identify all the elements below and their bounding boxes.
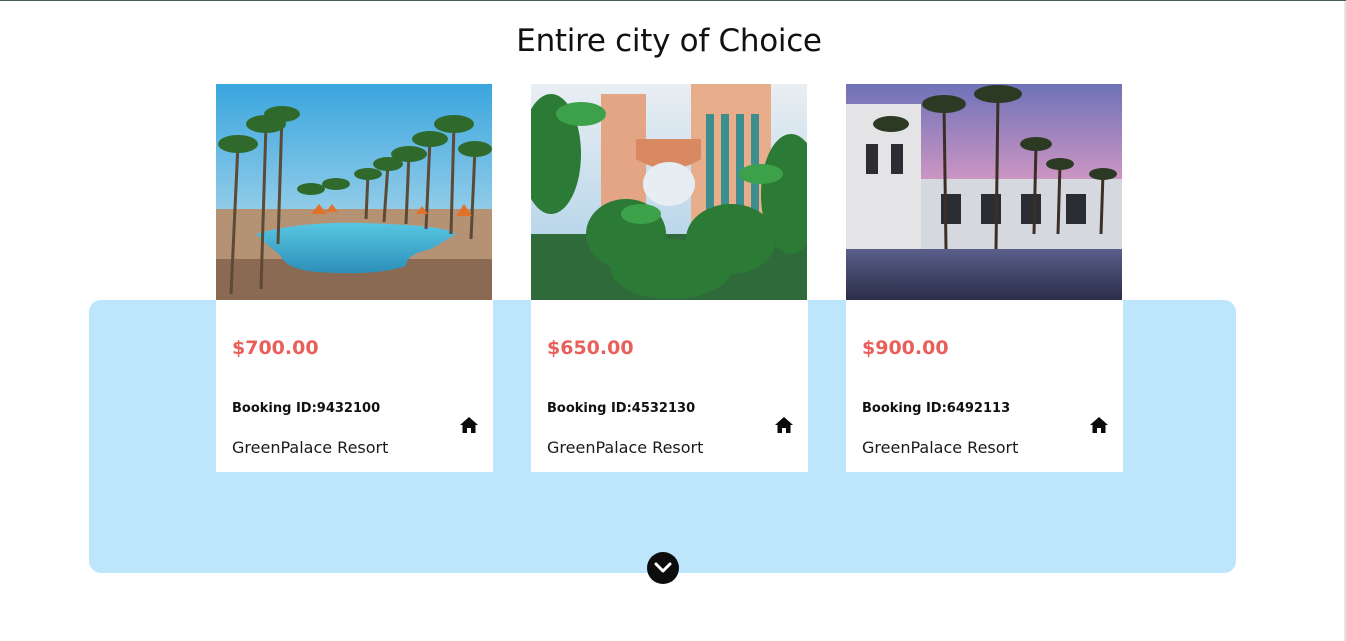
- listing-photo: [216, 84, 492, 300]
- listing-card[interactable]: $700.00 Booking ID:9432100 GreenPalace R…: [216, 84, 493, 472]
- listing-photo: [531, 84, 807, 300]
- chevron-down-icon: [654, 562, 672, 573]
- listing-price: $700.00: [232, 337, 319, 359]
- booking-id: Booking ID:9432100: [232, 401, 380, 416]
- booking-id: Booking ID:4532130: [547, 401, 695, 416]
- section-title: Entire city of Choice: [516, 23, 822, 59]
- listing-card[interactable]: $650.00 Booking ID:4532130 GreenPalace R…: [531, 84, 808, 472]
- booking-id: Booking ID:6492113: [862, 401, 1010, 416]
- home-icon[interactable]: [1089, 416, 1109, 434]
- booking-id-label: Booking ID:: [547, 401, 632, 416]
- listing-price: $650.00: [547, 337, 634, 359]
- listing-card[interactable]: $900.00 Booking ID:6492113 GreenPalace R…: [846, 84, 1123, 472]
- home-icon[interactable]: [459, 416, 479, 434]
- booking-id-label: Booking ID:: [862, 401, 947, 416]
- booking-id-value: 6492113: [946, 401, 1011, 416]
- resort-name: GreenPalace Resort: [232, 438, 389, 457]
- expand-listings-button[interactable]: [647, 552, 679, 584]
- booking-id-value: 4532130: [631, 401, 696, 416]
- resort-name: GreenPalace Resort: [547, 438, 704, 457]
- booking-id-value: 9432100: [316, 401, 381, 416]
- home-icon[interactable]: [774, 416, 794, 434]
- listing-price: $900.00: [862, 337, 949, 359]
- booking-id-label: Booking ID:: [232, 401, 317, 416]
- listing-photo: [846, 84, 1122, 300]
- resort-name: GreenPalace Resort: [862, 438, 1019, 457]
